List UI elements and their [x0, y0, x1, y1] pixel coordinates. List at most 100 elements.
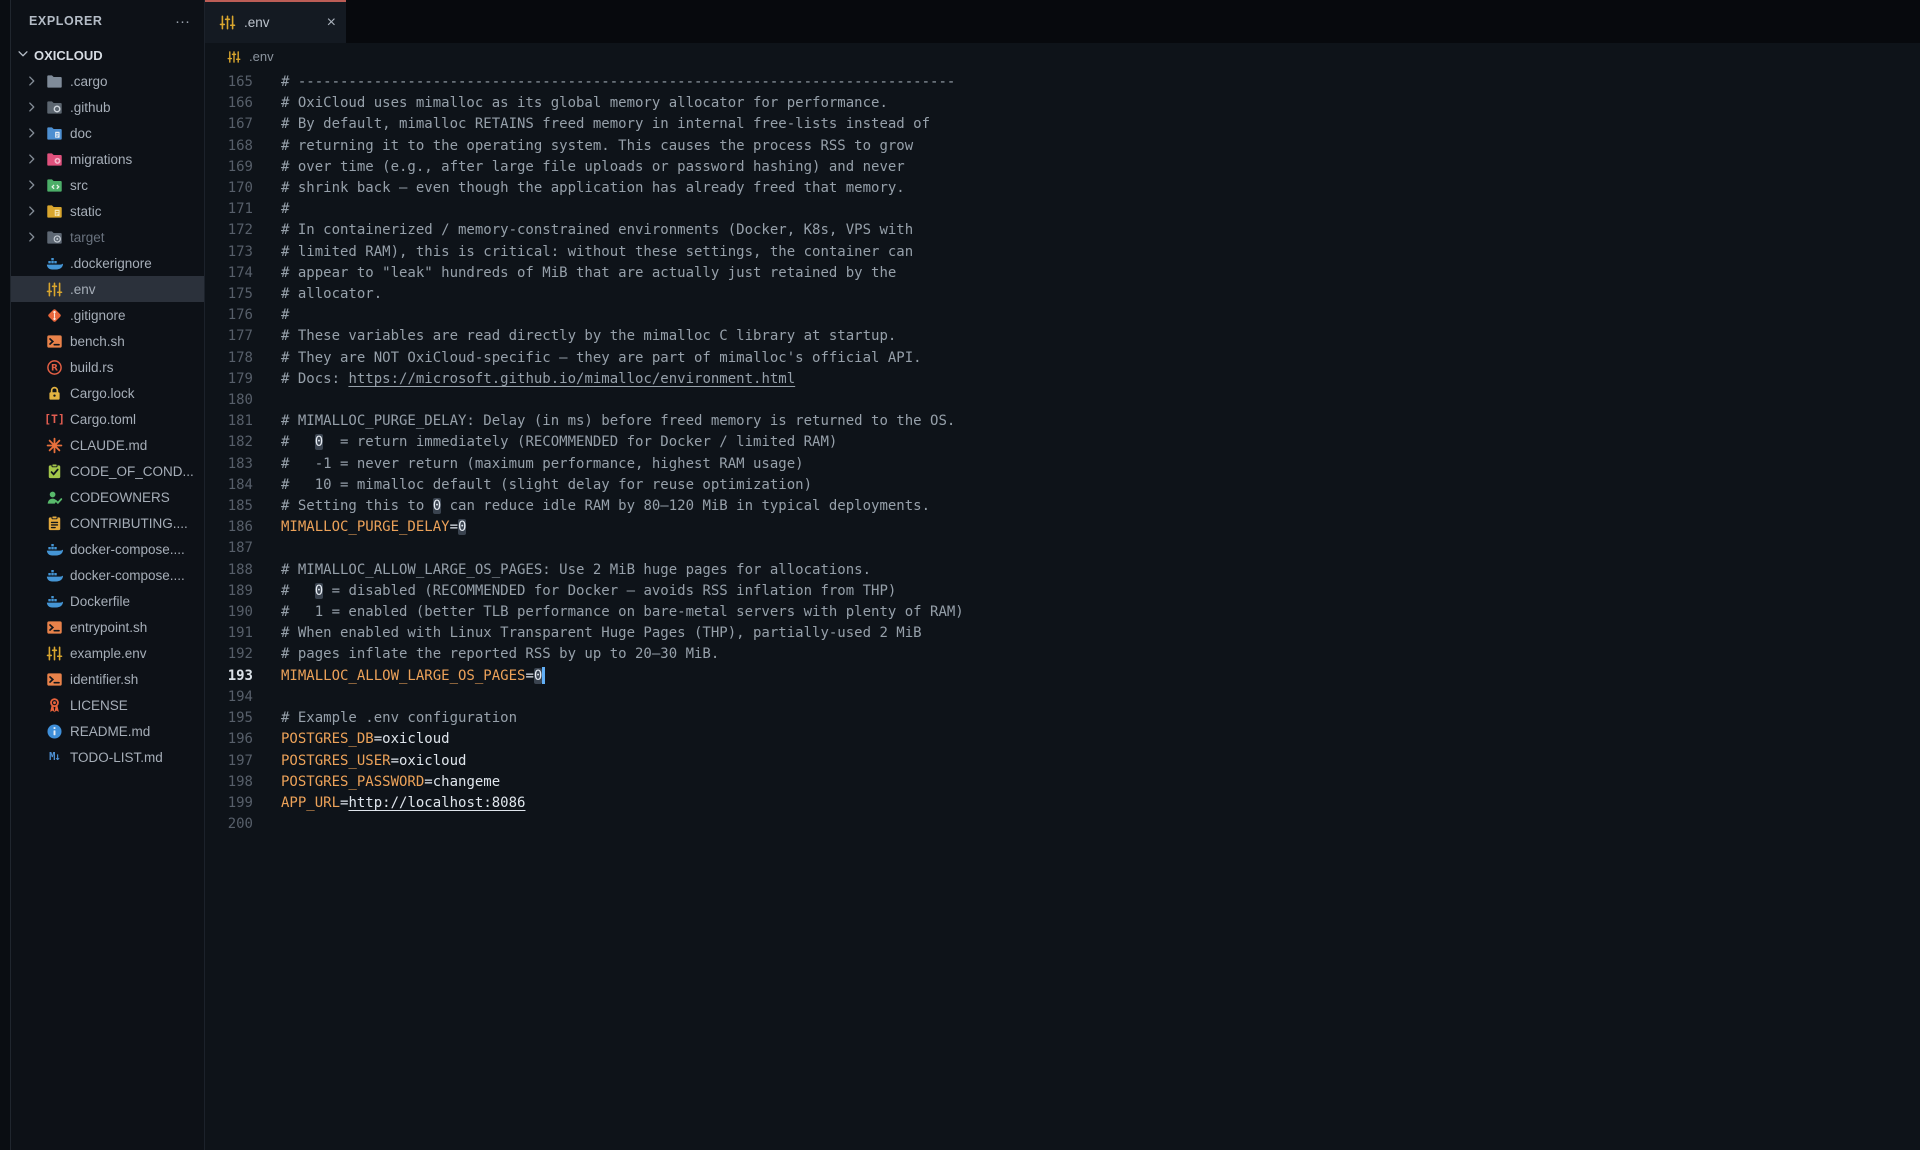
code-line[interactable]: 172# In containerized / memory-constrain… — [205, 220, 1920, 241]
tree-folder-cargo[interactable]: .cargo — [11, 68, 204, 94]
code-line[interactable]: 178# They are NOT OxiCloud-specific — th… — [205, 348, 1920, 369]
line-number[interactable]: 200 — [205, 814, 253, 835]
line-number[interactable]: 178 — [205, 348, 253, 369]
tree-folder-migrations[interactable]: migrations — [11, 146, 204, 172]
code-line[interactable]: 179# Docs: https://microsoft.github.io/m… — [205, 369, 1920, 390]
code-line[interactable]: 191# When enabled with Linux Transparent… — [205, 623, 1920, 644]
tree-file-gitignore[interactable]: .gitignore — [11, 302, 204, 328]
tree-file-cargo-lock[interactable]: Cargo.lock — [11, 380, 204, 406]
code-line[interactable]: 184# 10 = mimalloc default (slight delay… — [205, 475, 1920, 496]
tree-file-env[interactable]: .env — [11, 276, 204, 302]
line-number[interactable]: 168 — [205, 136, 253, 157]
line-number[interactable]: 186 — [205, 517, 253, 538]
line-number[interactable]: 190 — [205, 602, 253, 623]
tree-file-docker-compose[interactable]: docker-compose.... — [11, 562, 204, 588]
code-editor[interactable]: 165# -----------------------------------… — [205, 70, 1920, 1150]
tree-file-cargo-toml[interactable]: [T]Cargo.toml — [11, 406, 204, 432]
tree-folder-doc[interactable]: doc — [11, 120, 204, 146]
line-number[interactable]: 165 — [205, 72, 253, 93]
code-line[interactable]: 189# 0 = disabled (RECOMMENDED for Docke… — [205, 581, 1920, 602]
line-number[interactable]: 199 — [205, 793, 253, 814]
url-link[interactable]: http://localhost:8086 — [348, 795, 525, 811]
tree-file-readme-md[interactable]: README.md — [11, 718, 204, 744]
close-icon[interactable]: × — [327, 14, 336, 32]
code-line[interactable]: 186MIMALLOC_PURGE_DELAY=0 — [205, 517, 1920, 538]
line-number[interactable]: 167 — [205, 114, 253, 135]
code-line[interactable]: 187 — [205, 538, 1920, 559]
line-number[interactable]: 188 — [205, 560, 253, 581]
tree-file-bench-sh[interactable]: bench.sh — [11, 328, 204, 354]
code-line[interactable]: 165# -----------------------------------… — [205, 72, 1920, 93]
line-number[interactable]: 181 — [205, 411, 253, 432]
code-line[interactable]: 199APP_URL=http://localhost:8086 — [205, 793, 1920, 814]
tree-file-code-of-cond[interactable]: CODE_OF_COND... — [11, 458, 204, 484]
code-line[interactable]: 171# — [205, 199, 1920, 220]
code-line[interactable]: 197POSTGRES_USER=oxicloud — [205, 751, 1920, 772]
line-number[interactable]: 194 — [205, 687, 253, 708]
tree-file-identifier-sh[interactable]: identifier.sh — [11, 666, 204, 692]
tree-folder-static[interactable]: static — [11, 198, 204, 224]
line-number[interactable]: 198 — [205, 772, 253, 793]
line-number[interactable]: 182 — [205, 432, 253, 453]
code-line[interactable]: 195# Example .env configuration — [205, 708, 1920, 729]
code-line[interactable]: 182# 0 = return immediately (RECOMMENDED… — [205, 432, 1920, 453]
code-line[interactable]: 196POSTGRES_DB=oxicloud — [205, 729, 1920, 750]
tab-env[interactable]: .env × — [205, 0, 346, 43]
code-line[interactable]: 174# appear to "leak" hundreds of MiB th… — [205, 263, 1920, 284]
line-number[interactable]: 173 — [205, 242, 253, 263]
code-line[interactable]: 198POSTGRES_PASSWORD=changeme — [205, 772, 1920, 793]
tree-file-dockerfile[interactable]: Dockerfile — [11, 588, 204, 614]
breadcrumb[interactable]: .env — [205, 43, 1920, 70]
tree-file-codeowners[interactable]: CODEOWNERS — [11, 484, 204, 510]
line-number[interactable]: 193 — [205, 666, 253, 687]
line-number[interactable]: 171 — [205, 199, 253, 220]
line-number[interactable]: 176 — [205, 305, 253, 326]
code-line[interactable]: 183# -1 = never return (maximum performa… — [205, 454, 1920, 475]
line-number[interactable]: 183 — [205, 454, 253, 475]
tree-file-example-env[interactable]: example.env — [11, 640, 204, 666]
line-number[interactable]: 177 — [205, 326, 253, 347]
url-link[interactable]: https://microsoft.github.io/mimalloc/env… — [348, 371, 795, 387]
line-number[interactable]: 197 — [205, 751, 253, 772]
code-line[interactable]: 168# returning it to the operating syste… — [205, 136, 1920, 157]
line-number[interactable]: 170 — [205, 178, 253, 199]
tree-file-license[interactable]: LICENSE — [11, 692, 204, 718]
tree-file-dockerignore[interactable]: .dockerignore — [11, 250, 204, 276]
tree-folder-target[interactable]: target — [11, 224, 204, 250]
code-line[interactable]: 173# limited RAM), this is critical: wit… — [205, 242, 1920, 263]
code-line[interactable]: 188# MIMALLOC_ALLOW_LARGE_OS_PAGES: Use … — [205, 560, 1920, 581]
code-line[interactable]: 176# — [205, 305, 1920, 326]
code-line[interactable]: 166# OxiCloud uses mimalloc as its globa… — [205, 93, 1920, 114]
line-number[interactable]: 187 — [205, 538, 253, 559]
line-number[interactable]: 185 — [205, 496, 253, 517]
line-number[interactable]: 191 — [205, 623, 253, 644]
code-line[interactable]: 181# MIMALLOC_PURGE_DELAY: Delay (in ms)… — [205, 411, 1920, 432]
line-number[interactable]: 180 — [205, 390, 253, 411]
explorer-more-button[interactable]: ··· — [175, 14, 190, 29]
tree-file-entrypoint-sh[interactable]: entrypoint.sh — [11, 614, 204, 640]
line-number[interactable]: 179 — [205, 369, 253, 390]
line-number[interactable]: 172 — [205, 220, 253, 241]
line-number[interactable]: 169 — [205, 157, 253, 178]
line-number[interactable]: 174 — [205, 263, 253, 284]
code-line[interactable]: 190# 1 = enabled (better TLB performance… — [205, 602, 1920, 623]
tree-folder-src[interactable]: src — [11, 172, 204, 198]
tree-folder-github[interactable]: .github — [11, 94, 204, 120]
line-number[interactable]: 175 — [205, 284, 253, 305]
line-number[interactable]: 184 — [205, 475, 253, 496]
code-line[interactable]: 185# Setting this to 0 can reduce idle R… — [205, 496, 1920, 517]
tree-root-oxicloud[interactable]: OXICLOUD — [11, 42, 204, 68]
tree-file-contributing[interactable]: CONTRIBUTING.... — [11, 510, 204, 536]
tree-file-build-rs[interactable]: Rbuild.rs — [11, 354, 204, 380]
line-number[interactable]: 189 — [205, 581, 253, 602]
code-line[interactable]: 175# allocator. — [205, 284, 1920, 305]
tree-file-docker-compose[interactable]: docker-compose.... — [11, 536, 204, 562]
code-line[interactable]: 194 — [205, 687, 1920, 708]
tree-file-claude-md[interactable]: CLAUDE.md — [11, 432, 204, 458]
line-number[interactable]: 166 — [205, 93, 253, 114]
line-number[interactable]: 196 — [205, 729, 253, 750]
code-line[interactable]: 177# These variables are read directly b… — [205, 326, 1920, 347]
code-line[interactable]: 193MIMALLOC_ALLOW_LARGE_OS_PAGES=0 — [205, 666, 1920, 687]
line-number[interactable]: 195 — [205, 708, 253, 729]
code-line[interactable]: 167# By default, mimalloc RETAINS freed … — [205, 114, 1920, 135]
